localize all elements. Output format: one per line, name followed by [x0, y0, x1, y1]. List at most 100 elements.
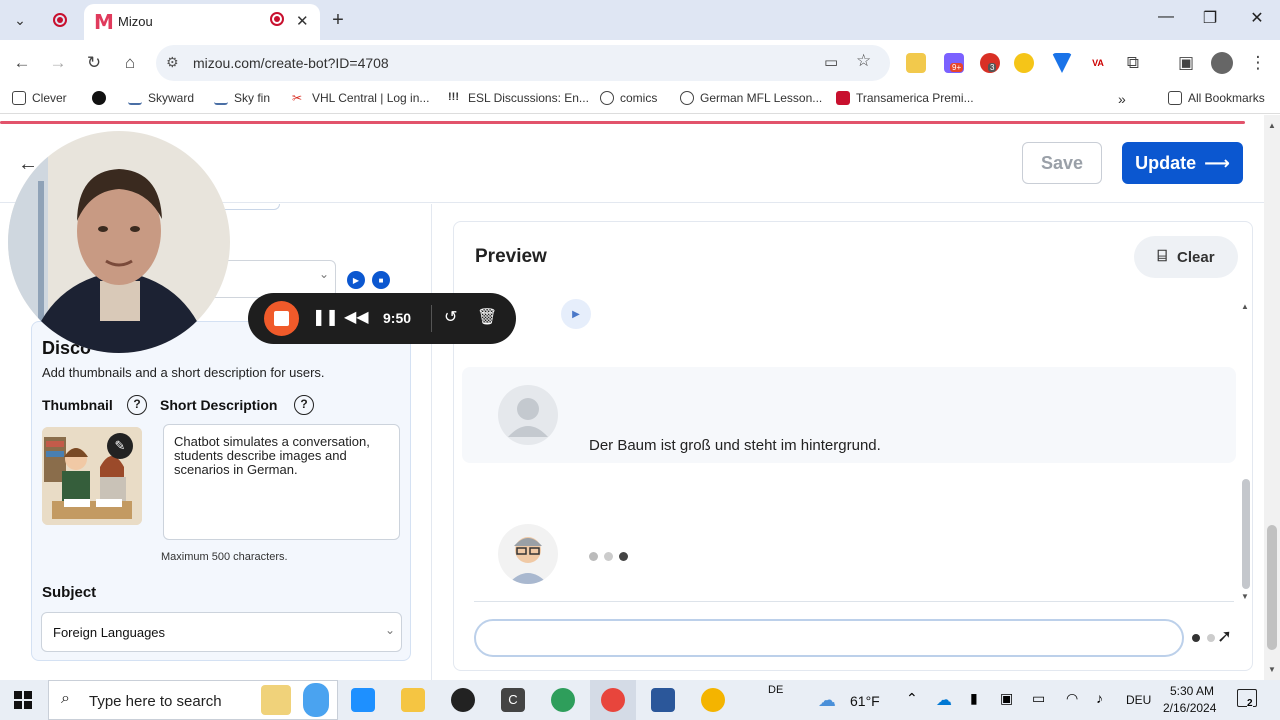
new-tab-icon[interactable]: +	[326, 8, 350, 32]
chat-scroll-thumb[interactable]	[1242, 479, 1250, 589]
scroll-down-icon[interactable]: ▼	[1268, 665, 1276, 674]
minimize-icon[interactable]: —	[1154, 8, 1178, 32]
bookmark-vhl[interactable]: ✂ VHL Central | Log in...	[292, 91, 429, 105]
url-text: mizou.com/create-bot?ID=4708	[193, 55, 389, 71]
trash-icon[interactable]: 🗑	[477, 307, 497, 327]
c-app-icon[interactable]: C	[501, 688, 525, 712]
site-info-icon[interactable]: ⚙	[166, 54, 179, 71]
scroll-up-icon[interactable]: ▲	[1241, 302, 1249, 311]
restore-icon[interactable]: ❐	[1198, 8, 1222, 32]
bookmark-label: Clever	[32, 91, 67, 105]
wifi-icon[interactable]: ◠	[1066, 690, 1078, 707]
chrome-icon[interactable]	[601, 688, 625, 712]
extension-icon[interactable]: 3	[980, 53, 1000, 73]
page-scroll-thumb[interactable]	[1267, 525, 1277, 650]
extension-icon[interactable]: 9+	[944, 53, 964, 73]
loading-dot	[1207, 634, 1215, 642]
mail-icon[interactable]	[351, 688, 375, 712]
stop-recording-button[interactable]	[264, 301, 299, 336]
bookmark-label: Sky fin	[234, 91, 271, 105]
subject-select[interactable]: Foreign Languages	[41, 612, 402, 652]
forward-icon[interactable]: →	[46, 51, 70, 75]
save-button[interactable]: Save	[1022, 142, 1102, 184]
clock-date[interactable]: 2/16/2024	[1163, 701, 1216, 715]
address-bar[interactable]: ⚙ mizou.com/create-bot?ID=4708 ▭ ☆	[156, 45, 890, 81]
chat-scrollbar[interactable]: ▲ ▼	[1240, 302, 1252, 601]
arrow-right-icon: ⟶	[1204, 152, 1230, 173]
file-explorer-icon[interactable]	[401, 688, 425, 712]
bookmark-transamerica[interactable]: Transamerica Premi...	[836, 91, 974, 105]
chrome-c-icon[interactable]	[551, 688, 575, 712]
search-highlight-icon	[261, 685, 291, 715]
battery-icon[interactable]: ▭	[1032, 690, 1045, 707]
help-icon[interactable]: ?	[294, 395, 314, 415]
volume-icon[interactable]: ♪	[1096, 690, 1103, 706]
clear-button[interactable]: ⌸ Clear	[1134, 236, 1238, 278]
pause-icon[interactable]: ❚❚	[312, 307, 339, 327]
vhl-extension-icon[interactable]: VA	[1088, 53, 1108, 73]
more-bookmarks-icon[interactable]: »	[1118, 91, 1126, 107]
esl-icon: !!!	[448, 91, 459, 103]
all-bookmarks[interactable]: All Bookmarks	[1168, 91, 1265, 105]
restart-icon[interactable]: ↺	[444, 307, 457, 327]
clock-time[interactable]: 5:30 AM	[1170, 684, 1214, 698]
bookmark-sky-fin[interactable]: Sky fin	[214, 91, 270, 105]
discovery-card: Disco Add thumbnails and a short descrip…	[31, 321, 411, 661]
side-panel-icon[interactable]: ▣	[1174, 51, 1198, 75]
spreadsheet-icon[interactable]	[651, 688, 675, 712]
bookmark-esl[interactable]: !!! ESL Discussions: En...	[448, 91, 589, 105]
thumbnail-image[interactable]: ✎	[42, 427, 142, 525]
thumbnail-label: Thumbnail	[42, 397, 113, 413]
bookmark-german-mfl[interactable]: German MFL Lesson...	[680, 91, 822, 105]
weather-temp[interactable]: 61°F	[850, 693, 880, 709]
camera-icon[interactable]: ▭	[824, 53, 838, 71]
scroll-down-icon[interactable]: ▼	[1241, 592, 1249, 601]
keyboard-language[interactable]: DEU	[1126, 693, 1151, 707]
webcam-overlay[interactable]	[8, 131, 230, 353]
star-icon[interactable]: ☆	[856, 51, 871, 71]
windows-start-icon[interactable]	[14, 691, 32, 709]
rewind-icon[interactable]: ◀◀	[344, 307, 369, 327]
menu-kebab-icon[interactable]: ⋮	[1246, 51, 1270, 75]
audio-app-icon[interactable]	[451, 688, 475, 712]
skyward-icon	[128, 91, 142, 105]
home-icon[interactable]: ⌂	[118, 51, 142, 75]
meet-now-icon[interactable]: ▣	[1000, 690, 1013, 707]
short-description-textarea[interactable]: Chatbot simulates a conversation, studen…	[163, 424, 400, 540]
help-icon[interactable]: ?	[127, 395, 147, 415]
tab-close-icon[interactable]: ✕	[296, 12, 309, 30]
extension-icon[interactable]	[906, 53, 926, 73]
extensions-puzzle-icon[interactable]: ⧉	[1121, 51, 1145, 75]
taskbar-search-box[interactable]: ⌕ Type here to search	[48, 680, 338, 720]
bookmark-clever[interactable]: Clever	[12, 91, 67, 105]
reload-icon[interactable]: ↻	[82, 51, 106, 75]
chevron-up-icon[interactable]: ⌃	[906, 690, 918, 707]
extension-icon[interactable]	[1052, 53, 1072, 73]
stop-voice-icon[interactable]: ■	[372, 271, 390, 289]
edit-pencil-icon[interactable]: ✎	[107, 433, 133, 459]
bookmark-skyward-s[interactable]	[92, 91, 106, 105]
chrome-icon[interactable]	[701, 688, 725, 712]
loading-dot	[1192, 634, 1200, 642]
extension-icon[interactable]	[1014, 53, 1034, 73]
scroll-up-icon[interactable]: ▲	[1268, 121, 1276, 130]
page-scrollbar[interactable]: ▲ ▼	[1264, 115, 1280, 680]
short-description-label: Short Description	[160, 397, 278, 413]
window-close-icon[interactable]: ✕	[1245, 8, 1269, 32]
profile-avatar[interactable]	[1211, 52, 1233, 74]
recording-tab-icon[interactable]	[48, 8, 72, 32]
bookmark-label: comics	[620, 91, 658, 105]
tab-search-chevron-icon[interactable]: ⌄	[8, 8, 32, 32]
language-indicator[interactable]: DE	[768, 684, 783, 696]
play-voice-icon[interactable]: ▶	[347, 271, 365, 289]
bookmark-skyward[interactable]: Skyward	[128, 91, 194, 105]
notification-icon[interactable]: 2	[1237, 689, 1257, 709]
onedrive-icon[interactable]: ☁	[936, 690, 952, 710]
tab-mizou[interactable]: M Mizou ✕	[84, 4, 320, 40]
chat-input[interactable]	[474, 619, 1184, 657]
bookmark-comics[interactable]: comics	[600, 91, 657, 105]
update-button[interactable]: Update ⟶	[1122, 142, 1243, 184]
play-audio-icon[interactable]: ▶	[561, 299, 591, 329]
usb-icon[interactable]: ▮	[970, 690, 978, 707]
back-icon[interactable]: ←	[10, 51, 34, 75]
